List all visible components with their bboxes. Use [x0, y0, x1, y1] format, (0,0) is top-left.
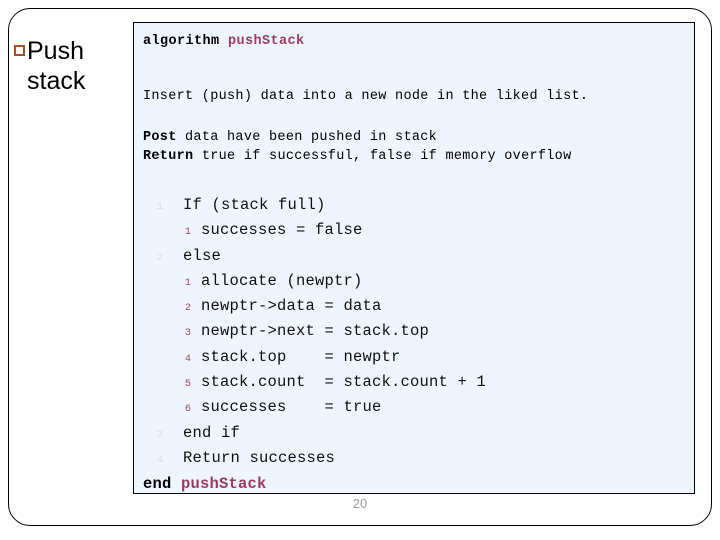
- code-line-text: stack.count = stack.count + 1: [201, 373, 487, 392]
- code-line-text: Return successes: [183, 448, 336, 467]
- algorithm-panel: algorithm pushStack Insert (push) data i…: [133, 22, 695, 494]
- code-line-text: stack.top = newptr: [201, 347, 401, 366]
- algorithm-name: pushStack: [228, 34, 305, 49]
- code-line: 2 newptr->data = data: [143, 295, 688, 320]
- code-line: 3 end if: [143, 422, 688, 447]
- code-line: 2 else: [143, 245, 688, 270]
- code-line: 1 If (stack full): [143, 194, 688, 219]
- square-bullet-icon: [14, 45, 25, 56]
- code-line-number: 1: [184, 276, 191, 289]
- code-line-text: successes = true: [201, 398, 382, 417]
- code-line: 5 stack.count = stack.count + 1: [143, 371, 688, 396]
- code-line-number: 5: [184, 378, 191, 391]
- return-text: true if successful, false if memory over…: [201, 149, 572, 164]
- code-line: 3 newptr->next = stack.top: [143, 320, 688, 345]
- code-line-number: 1: [184, 226, 191, 239]
- title-row: Push stack: [14, 36, 126, 96]
- return-label: Return: [143, 149, 194, 164]
- post-condition-line: Post data have been pushed in stack: [143, 128, 688, 147]
- page-number: 20: [352, 496, 368, 511]
- code-line: 1 successes = false: [143, 219, 688, 244]
- code-line-text: newptr->next = stack.top: [201, 322, 430, 341]
- algorithm-keyword: algorithm: [143, 34, 220, 49]
- code-line-number: 2: [184, 302, 191, 315]
- code-line: 6 successes = true: [143, 396, 688, 421]
- slide: Push stack algorithm pushStack Insert (p…: [0, 0, 720, 540]
- algorithm-code-listing: 1 If (stack full) 1 successes = false 2 else 1…: [143, 194, 688, 472]
- slide-title-block: Push stack: [14, 36, 126, 96]
- code-line-text: end if: [183, 423, 241, 442]
- code-line-text: else: [183, 246, 222, 265]
- code-line: 1 allocate (newptr): [143, 270, 688, 295]
- code-line-number: 3: [156, 428, 163, 441]
- code-line-number: 4: [184, 352, 191, 365]
- code-line-number: 2: [156, 251, 163, 264]
- code-line-number: 4: [156, 453, 163, 466]
- code-line-text: If (stack full): [183, 196, 326, 214]
- post-text: data have been pushed in stack: [185, 130, 438, 145]
- end-keyword: end: [143, 475, 172, 494]
- code-line-number: 1: [156, 201, 163, 213]
- code-line: 4 stack.top = newptr: [143, 346, 688, 371]
- code-line-number: 3: [184, 327, 191, 340]
- code-line: 4 Return successes: [143, 447, 688, 472]
- code-line-text: successes = false: [201, 221, 363, 240]
- page-title: Push stack: [27, 37, 86, 95]
- code-line-number: 6: [184, 403, 191, 416]
- algorithm-end-line: end pushStack: [143, 473, 688, 496]
- algorithm-header: algorithm pushStack: [143, 33, 688, 51]
- algorithm-intent: Insert (push) data into a new node in th…: [143, 89, 589, 104]
- algorithm-panel-content: algorithm pushStack Insert (push) data i…: [143, 33, 688, 496]
- code-line-text: allocate (newptr): [201, 271, 363, 290]
- algorithm-contract: Post data have been pushed in stack Retu…: [143, 128, 688, 166]
- return-line: Return true if successful, false if memo…: [143, 147, 688, 166]
- post-label: Post: [143, 130, 177, 145]
- code-line-text: newptr->data = data: [201, 297, 382, 316]
- end-algorithm-name: pushStack: [181, 475, 267, 494]
